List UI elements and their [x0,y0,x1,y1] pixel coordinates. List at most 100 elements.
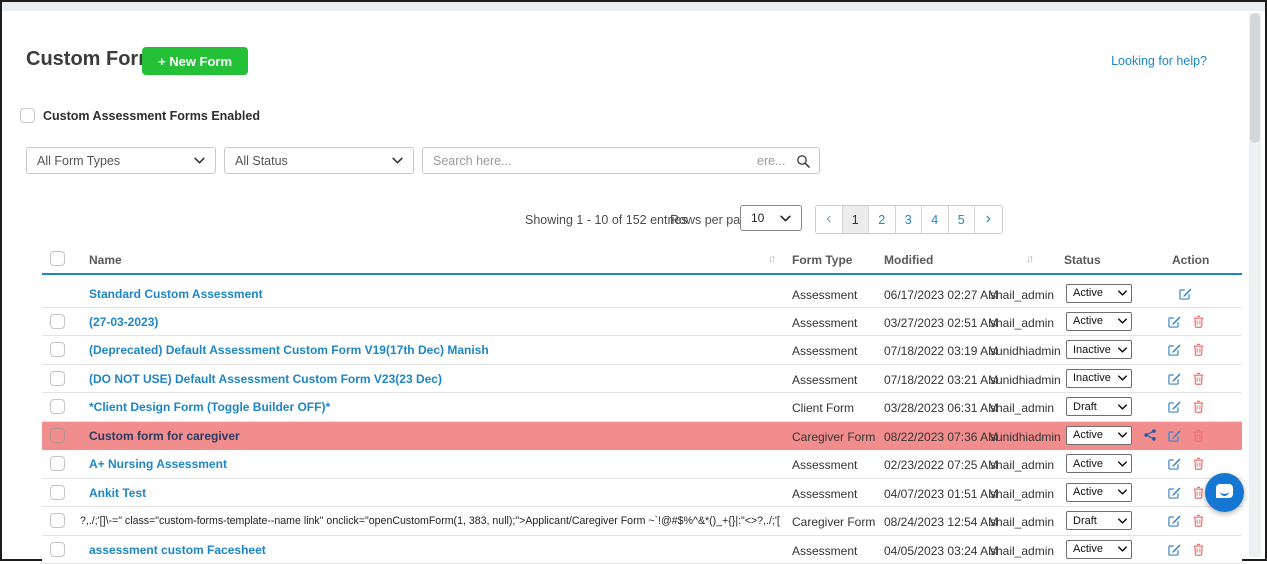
pagination: ‹ 1 2 3 4 5 › [815,205,1003,234]
modified-date-cell: 04/07/2023 01:51 AM [884,487,998,501]
status-select[interactable]: Active [1066,426,1132,445]
edit-icon[interactable] [1168,514,1181,527]
row-checkbox[interactable] [50,513,65,528]
status-select[interactable]: Active [1066,540,1132,559]
status-value: Inactive [1073,372,1111,384]
edit-icon[interactable] [1168,400,1181,413]
pagination-page-2[interactable]: 2 [869,206,896,233]
rows-per-page-select[interactable]: 10 [740,205,802,231]
pagination-next-icon[interactable]: › [975,206,1002,233]
table-row: (DO NOT USE) Default Assessment Custom F… [42,365,1242,393]
modified-by-cell: shail_admin [990,487,1054,501]
column-header-modified[interactable]: Modified [884,253,933,267]
delete-icon[interactable] [1193,514,1204,527]
share-icon[interactable] [1144,429,1156,441]
edit-icon[interactable] [1168,343,1181,356]
status-value: Active [1073,486,1103,498]
search-box: ere... [422,147,820,174]
status-select[interactable]: Active [1066,483,1132,502]
status-select[interactable]: Draft [1066,511,1132,530]
status-select[interactable]: Inactive [1066,369,1132,388]
edit-icon[interactable] [1168,315,1181,328]
delete-icon[interactable] [1193,343,1204,356]
delete-icon[interactable] [1193,543,1204,556]
form-name-link[interactable]: Ankit Test [89,486,146,500]
custom-assessment-enabled-label: Custom Assessment Forms Enabled [43,109,260,123]
action-cell [1142,400,1204,413]
row-checkbox[interactable] [50,342,65,357]
delete-icon[interactable] [1193,429,1204,442]
action-cell [1142,457,1204,470]
action-cell [1142,287,1204,300]
table-row: (Deprecated) Default Assessment Custom F… [42,336,1242,364]
chevron-down-icon [1118,318,1127,324]
status-select[interactable]: Draft [1066,397,1132,416]
action-cell [1142,486,1204,499]
row-checkbox[interactable] [50,371,65,386]
modified-by-cell: shail_admin [990,544,1054,558]
form-type-cell: Assessment [792,316,857,330]
row-checkbox[interactable] [50,456,65,471]
scrollbar-thumb[interactable] [1250,13,1260,143]
chevron-down-icon [1118,489,1127,495]
modified-by-cell: shail_admin [990,401,1054,415]
form-type-cell: Assessment [792,344,857,358]
select-all-checkbox[interactable] [50,251,65,266]
modified-date-cell: 02/23/2022 07:25 AM [884,458,998,472]
form-name-link[interactable]: (27-03-2023) [89,315,158,329]
delete-icon[interactable] [1193,372,1204,385]
form-name-link[interactable]: (Deprecated) Default Assessment Custom F… [89,343,489,357]
row-checkbox[interactable] [50,542,65,557]
vertical-scrollbar[interactable] [1249,13,1261,557]
search-input[interactable] [422,147,820,174]
sort-icon[interactable]: ↓↑ [1026,253,1031,265]
status-select[interactable]: Active [1066,284,1132,303]
row-checkbox[interactable] [50,399,65,414]
edit-icon[interactable] [1168,457,1181,470]
search-icon[interactable] [796,154,810,173]
column-header-name[interactable]: Name [89,253,122,267]
new-form-button[interactable]: + New Form [142,47,248,75]
form-name-link[interactable]: A+ Nursing Assessment [89,457,227,471]
edit-icon[interactable] [1168,429,1181,442]
edit-icon[interactable] [1168,543,1181,556]
status-filter-select[interactable]: All Status [224,147,414,174]
form-type-filter-select[interactable]: All Form Types [26,147,216,174]
form-name-link[interactable]: assessment custom Facesheet [89,543,266,557]
sort-icon[interactable]: ↓↑ [768,253,773,265]
chat-launcher-button[interactable] [1205,473,1244,512]
delete-icon[interactable] [1193,400,1204,413]
pagination-page-4[interactable]: 4 [922,206,949,233]
row-checkbox[interactable] [50,428,65,443]
modified-date-cell: 06/17/2023 02:27 AM [884,288,998,302]
status-select[interactable]: Inactive [1066,340,1132,359]
form-name-link[interactable]: Custom form for caregiver [89,429,240,443]
status-value: Active [1073,543,1103,555]
row-checkbox[interactable] [50,485,65,500]
form-name-link[interactable]: *Client Design Form (Toggle Builder OFF)… [89,400,330,414]
form-name-link[interactable]: (DO NOT USE) Default Assessment Custom F… [89,372,442,386]
modified-date-cell: 03/28/2023 06:31 AM [884,401,998,415]
pagination-page-5[interactable]: 5 [949,206,976,233]
modified-date-cell: 03/27/2023 02:51 AM [884,316,998,330]
status-select[interactable]: Active [1066,454,1132,473]
pagination-page-3[interactable]: 3 [896,206,923,233]
pagination-prev-icon[interactable]: ‹ [816,206,843,233]
edit-icon[interactable] [1168,372,1181,385]
status-select[interactable]: Active [1066,312,1132,331]
table-header-row: Name ↓↑ Form Type Modified ↓↑ Status Act… [42,247,1242,275]
modified-date-cell: 08/22/2023 07:36 AM [884,430,998,444]
row-checkbox[interactable] [50,314,65,329]
custom-assessment-enabled-checkbox[interactable] [20,108,35,123]
delete-icon[interactable] [1193,457,1204,470]
help-link[interactable]: Looking for help? [1111,54,1207,68]
action-cell [1142,429,1204,442]
form-name-link[interactable]: Standard Custom Assessment [89,287,263,301]
form-type-cell: Assessment [792,544,857,558]
modified-date-cell: 08/24/2023 12:54 AM [884,515,998,529]
edit-icon[interactable] [1179,287,1192,300]
edit-icon[interactable] [1168,486,1181,499]
delete-icon[interactable] [1193,486,1204,499]
delete-icon[interactable] [1193,315,1204,328]
pagination-page-1[interactable]: 1 [843,206,870,233]
